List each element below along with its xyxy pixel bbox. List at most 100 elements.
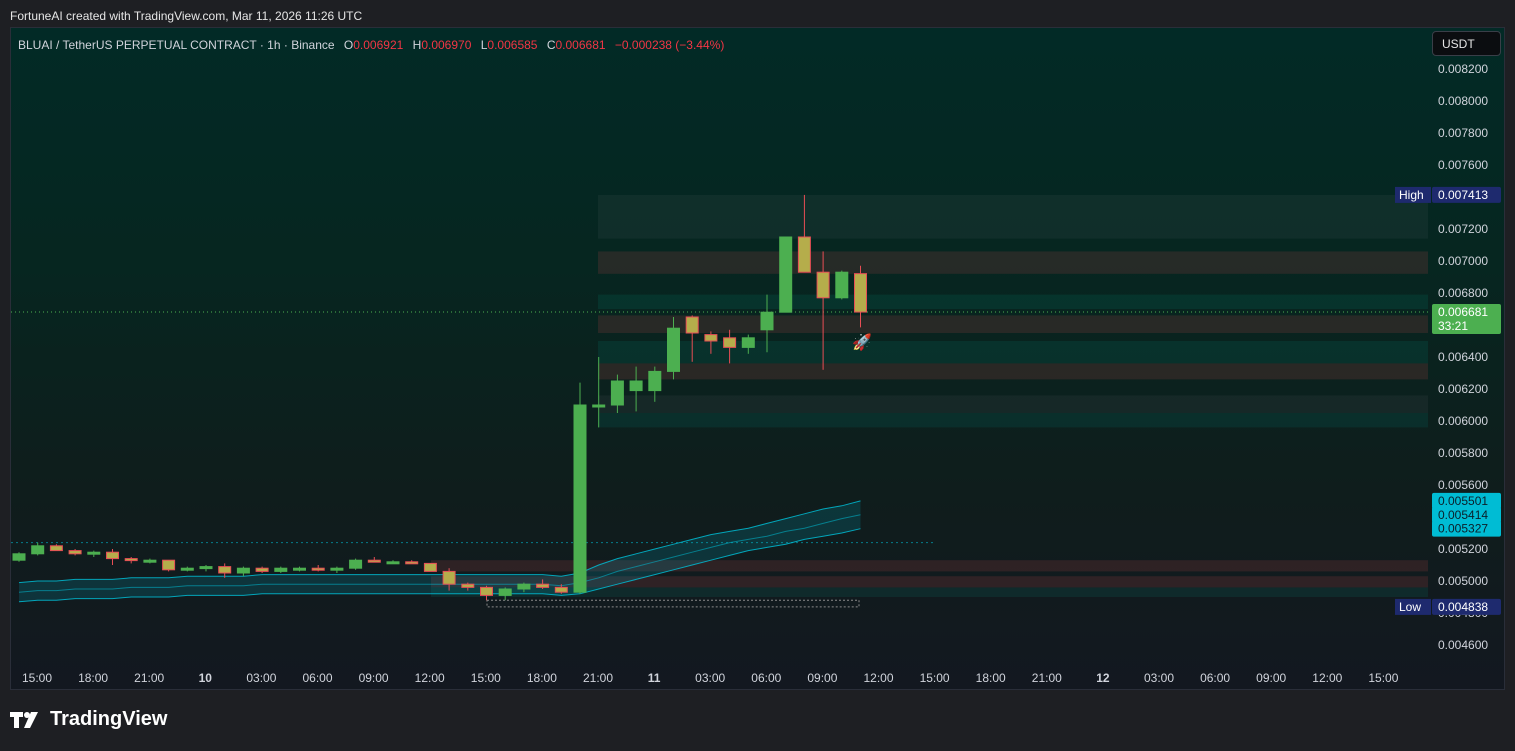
candle[interactable] xyxy=(236,567,250,574)
candle[interactable] xyxy=(255,567,269,572)
candle[interactable] xyxy=(554,586,568,593)
symbol-legend: BLUAI / TetherUS PERPETUAL CONTRACT · 1h… xyxy=(18,38,724,52)
x-tick-label: 18:00 xyxy=(976,671,1006,685)
y-tick-label: 0.005000 xyxy=(1438,574,1488,588)
x-tick-label: 15:00 xyxy=(920,671,950,685)
y-tick-label: 0.006400 xyxy=(1438,350,1488,364)
candle[interactable] xyxy=(311,567,325,571)
close-value: 0.006681 xyxy=(555,38,606,52)
y-tick-label: 0.007200 xyxy=(1438,222,1488,236)
candle[interactable] xyxy=(704,334,718,342)
candle[interactable] xyxy=(87,551,101,555)
tradingview-logo[interactable]: TradingView xyxy=(10,708,167,731)
y-tick-label: 0.004600 xyxy=(1438,638,1488,652)
y-tick-label: 0.005600 xyxy=(1438,478,1488,492)
y-tick-label: 0.007800 xyxy=(1438,126,1488,140)
candle[interactable] xyxy=(274,567,288,572)
candle[interactable] xyxy=(31,545,45,555)
candle[interactable] xyxy=(592,404,606,408)
x-tick-label: 15:00 xyxy=(22,671,52,685)
x-tick-label: 12:00 xyxy=(1312,671,1342,685)
candle[interactable] xyxy=(143,559,157,563)
candle[interactable] xyxy=(349,559,363,569)
candle[interactable] xyxy=(816,271,830,299)
countdown-label: 33:21 xyxy=(1438,319,1468,333)
candle[interactable] xyxy=(648,370,662,392)
y-tick-label: 0.007000 xyxy=(1438,254,1488,268)
close-label: C xyxy=(546,38,556,52)
low-value: 0.006585 xyxy=(487,38,538,52)
candle[interactable] xyxy=(199,566,213,570)
y-tick-label: 0.005200 xyxy=(1438,542,1488,556)
candle[interactable] xyxy=(667,327,680,372)
candle[interactable] xyxy=(423,562,437,572)
x-tick-label: 15:00 xyxy=(1368,671,1398,685)
candle[interactable] xyxy=(536,583,550,588)
candle[interactable] xyxy=(405,561,419,565)
x-tick-label: 18:00 xyxy=(527,671,557,685)
candle[interactable] xyxy=(330,567,344,571)
zone-bear xyxy=(598,251,1428,274)
candle[interactable] xyxy=(68,550,82,555)
candle[interactable] xyxy=(610,380,624,406)
currency-selector-button[interactable]: USDT xyxy=(1432,31,1501,56)
x-tick-label: 03:00 xyxy=(1144,671,1174,685)
candle[interactable] xyxy=(723,337,737,348)
candle[interactable] xyxy=(517,583,531,590)
low-range-box xyxy=(486,599,860,608)
candle[interactable] xyxy=(367,559,381,563)
candle[interactable] xyxy=(741,337,755,348)
x-tick-label: 10 xyxy=(199,671,213,685)
candle[interactable] xyxy=(124,558,138,562)
zone-bull xyxy=(598,341,1428,364)
price-label-value: 0.005501 xyxy=(1438,494,1488,508)
candle[interactable] xyxy=(797,236,811,273)
candle[interactable] xyxy=(49,545,63,552)
price-label-value: 0.006681 xyxy=(1438,305,1488,319)
candle[interactable] xyxy=(835,271,849,299)
zone-neutral xyxy=(598,194,1428,239)
zone-bull xyxy=(598,294,1428,309)
tradingview-logo-text: TradingView xyxy=(50,708,168,730)
candle[interactable] xyxy=(779,236,793,313)
x-tick-label: 12 xyxy=(1096,671,1110,685)
y-tick-label: 0.006800 xyxy=(1438,286,1488,300)
x-tick-label: 03:00 xyxy=(246,671,276,685)
candle[interactable] xyxy=(293,567,306,571)
candle[interactable] xyxy=(12,553,26,561)
zone-bull xyxy=(598,413,1428,428)
candle[interactable] xyxy=(162,559,176,571)
candle[interactable] xyxy=(386,561,400,565)
candle[interactable] xyxy=(106,551,119,560)
x-tick-label: 09:00 xyxy=(807,671,837,685)
candle[interactable] xyxy=(461,583,475,588)
y-tick-label: 0.005800 xyxy=(1438,446,1488,460)
x-tick-label: 06:00 xyxy=(302,671,332,685)
zone-neutral xyxy=(598,395,1428,413)
y-tick-label: 0.006000 xyxy=(1438,414,1488,428)
x-tick-label: 11 xyxy=(648,671,661,685)
change-value: −0.000238 (−3.44%) xyxy=(614,38,725,52)
candle[interactable] xyxy=(573,404,587,593)
candle[interactable] xyxy=(685,316,699,334)
candle[interactable] xyxy=(629,380,643,392)
price-tag-label: High xyxy=(1399,188,1424,202)
x-tick-label: 18:00 xyxy=(78,671,108,685)
price-chart[interactable]: 🚀0.0082000.0080000.0078000.0076000.00740… xyxy=(0,0,1515,751)
symbol-title[interactable]: BLUAI / TetherUS PERPETUAL CONTRACT · 1h… xyxy=(18,38,335,52)
candle[interactable] xyxy=(218,566,232,574)
candle[interactable] xyxy=(498,588,512,596)
candle[interactable] xyxy=(442,570,456,585)
candle[interactable] xyxy=(760,311,774,331)
x-tick-label: 21:00 xyxy=(1032,671,1062,685)
candle[interactable] xyxy=(854,273,867,313)
y-tick-label: 0.008200 xyxy=(1438,62,1488,76)
candle[interactable] xyxy=(180,567,194,571)
tradingview-logo-icon xyxy=(10,711,38,728)
x-tick-label: 09:00 xyxy=(359,671,389,685)
candle[interactable] xyxy=(480,586,493,596)
zone-bear xyxy=(598,315,1428,333)
open-label: O xyxy=(343,38,354,52)
x-tick-label: 09:00 xyxy=(1256,671,1286,685)
x-tick-label: 15:00 xyxy=(471,671,501,685)
